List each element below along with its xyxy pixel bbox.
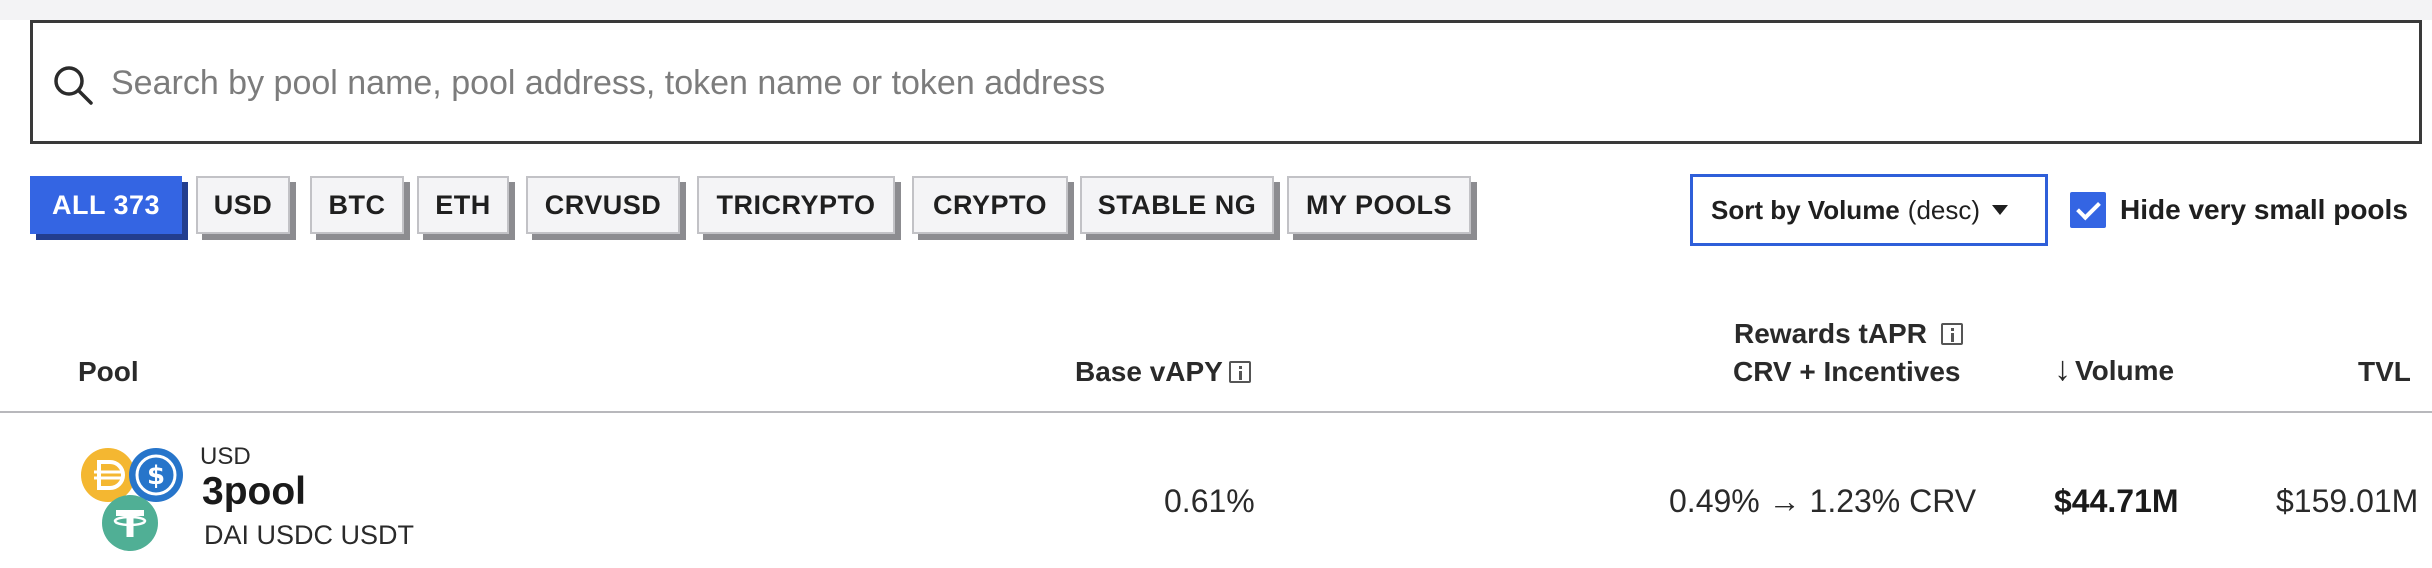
filter-eth[interactable]: ETH xyxy=(417,176,509,234)
info-icon[interactable] xyxy=(1228,361,1251,383)
table-row[interactable]: $ USD 3pool DAI USDC USDT 0.61% 0.49% → … xyxy=(0,413,2432,568)
usdc-icon: $ xyxy=(129,448,183,502)
base-vapy-value: 0.61% xyxy=(1164,483,1255,519)
column-header-pool[interactable]: Pool xyxy=(78,356,139,388)
filter-crvusd[interactable]: CRVUSD xyxy=(526,176,680,234)
sort-arrow-icon: ↓ xyxy=(2054,350,2071,388)
base-vapy-label: Base vAPY xyxy=(1075,356,1223,387)
top-strip xyxy=(0,0,2432,20)
hide-small-pools-label: Hide very small pools xyxy=(2120,194,2408,225)
filter-all[interactable]: ALL 373 xyxy=(30,176,182,234)
pool-tokens: DAI USDC USDT xyxy=(204,520,415,550)
rewards-label: Rewards tAPR xyxy=(1734,318,1927,349)
dai-icon xyxy=(81,448,135,502)
usdt-icon xyxy=(102,495,158,551)
caret-down-icon xyxy=(1992,205,2009,215)
filter-crypto[interactable]: CRYPTO xyxy=(912,176,1068,234)
filter-btc[interactable]: BTC xyxy=(310,176,404,234)
filter-usd[interactable]: USD xyxy=(196,176,290,234)
column-header-rewards-sub: CRV + Incentives xyxy=(1733,356,1961,387)
column-header-volume[interactable]: ↓ Volume xyxy=(2054,350,2174,389)
svg-text:$: $ xyxy=(147,461,165,491)
filter-my-pools[interactable]: MY POOLS xyxy=(1287,176,1471,234)
search-input[interactable] xyxy=(111,53,2311,113)
volume-label: Volume xyxy=(2075,355,2175,386)
sort-dropdown[interactable]: Sort by Volume (desc) xyxy=(1690,174,2048,246)
sort-label: Sort by Volume xyxy=(1711,194,1900,225)
tvl-value: $159.01M xyxy=(2276,483,2419,519)
column-header-base-vapy[interactable]: Base vAPY xyxy=(1075,356,1251,388)
sort-direction: (desc) xyxy=(1907,194,1981,225)
rewards-value: 0.49% → 1.23% CRV xyxy=(1669,483,1977,519)
search-icon xyxy=(54,66,93,105)
column-header-tvl[interactable]: TVL xyxy=(2358,356,2411,388)
hide-small-pools-toggle[interactable]: Hide very small pools xyxy=(2070,192,2408,228)
column-header-rewards[interactable]: Rewards tAPR xyxy=(1734,318,1963,350)
info-icon[interactable] xyxy=(1940,323,1963,345)
check-icon[interactable] xyxy=(2070,192,2106,228)
search-box[interactable] xyxy=(30,20,2422,144)
pool-category: USD xyxy=(200,443,251,470)
filter-stable-ng[interactable]: STABLE NG xyxy=(1080,176,1274,234)
pool-name[interactable]: 3pool xyxy=(202,470,306,514)
filter-tricrypto[interactable]: TRICRYPTO xyxy=(697,176,895,234)
volume-value: $44.71M xyxy=(2054,483,2179,519)
